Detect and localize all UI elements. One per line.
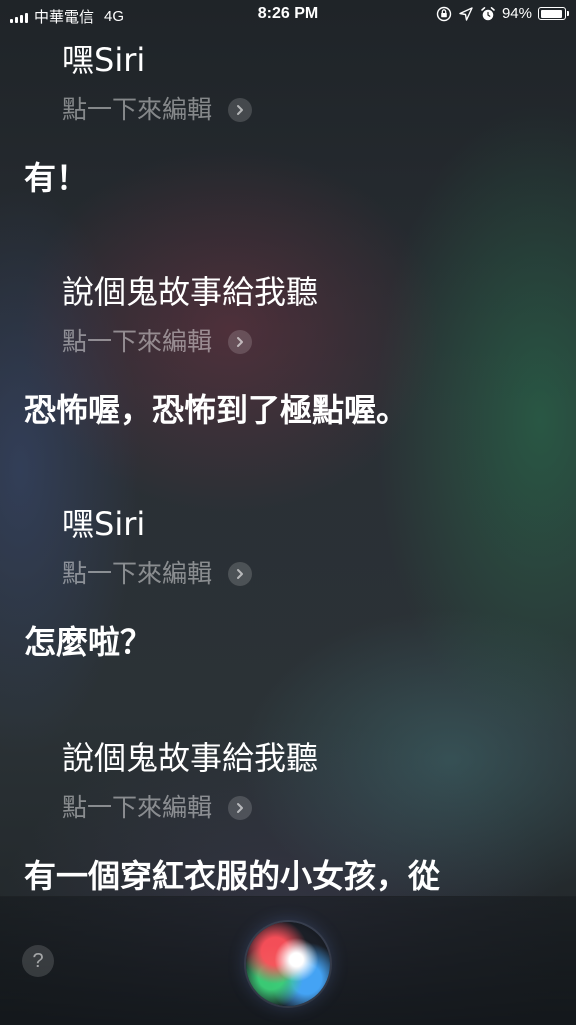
tap-to-edit[interactable]: 點一下來編輯	[62, 94, 253, 126]
user-query[interactable]: 說個鬼故事給我聽	[62, 272, 318, 312]
alarm-icon	[481, 6, 495, 20]
battery-percent: 94%	[501, 5, 532, 22]
siri-orb-icon[interactable]	[246, 922, 330, 1006]
rotation-lock-icon	[436, 6, 452, 21]
user-query[interactable]: 說個鬼故事給我聽	[62, 738, 318, 778]
help-button[interactable]: ?	[22, 945, 54, 977]
battery-icon	[538, 7, 569, 20]
status-bar: 中華電信 4G 8:26 PM 94%	[0, 0, 576, 30]
siri-response: 恐怖喔，恐怖到了極點喔。	[24, 391, 409, 429]
tap-to-edit-label: 點一下來編輯	[62, 95, 213, 124]
tap-to-edit-label: 點一下來編輯	[62, 793, 213, 822]
tap-to-edit[interactable]: 點一下來編輯	[62, 326, 253, 358]
chevron-right-icon	[228, 98, 253, 122]
location-arrow-icon	[459, 6, 473, 21]
siri-response: 有一個穿紅衣服的小女孩，從	[24, 857, 441, 895]
tap-to-edit-label: 點一下來編輯	[62, 559, 213, 588]
user-query[interactable]: 嘿Siri	[62, 504, 145, 544]
siri-response: 怎麼啦？	[24, 623, 153, 661]
siri-response: 有！	[24, 159, 89, 197]
tap-to-edit[interactable]: 點一下來編輯	[62, 558, 253, 590]
tap-to-edit-label: 點一下來編輯	[62, 327, 213, 356]
chevron-right-icon	[228, 796, 253, 820]
chevron-right-icon	[228, 562, 253, 586]
user-query[interactable]: 嘿Siri	[62, 40, 145, 80]
tap-to-edit[interactable]: 點一下來編輯	[62, 792, 253, 824]
chevron-right-icon	[228, 330, 253, 354]
